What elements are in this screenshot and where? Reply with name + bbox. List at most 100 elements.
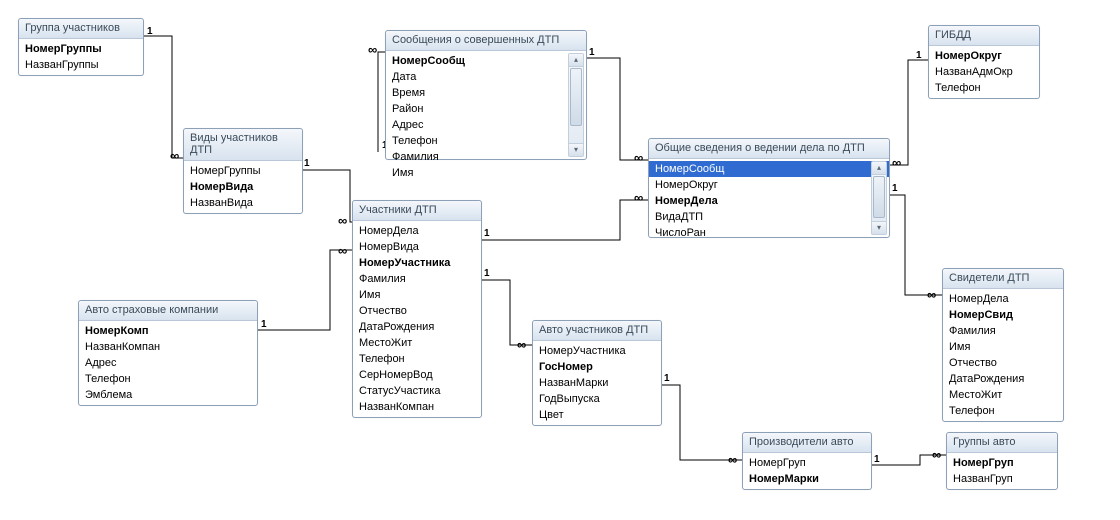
scrollbar[interactable]: ▴ ▾ <box>871 161 887 235</box>
table-box[interactable]: Свидетели ДТП НомерДела НомерСвид Фамили… <box>942 268 1064 422</box>
field[interactable]: Отчество <box>353 303 481 319</box>
field[interactable]: НомерДела <box>353 223 481 239</box>
scroll-up-icon[interactable]: ▴ <box>872 162 886 175</box>
field[interactable]: НомерВида <box>353 239 481 255</box>
field[interactable]: НомерСообщ <box>386 53 586 69</box>
table-box[interactable]: ГИБДД НомерОкруг НазванАдмОкр Телефон <box>928 25 1040 99</box>
field[interactable]: ГосНомер <box>533 359 661 375</box>
card-1: 1 <box>916 50 922 61</box>
card-1: 1 <box>664 373 670 384</box>
field[interactable]: СерНомерВод <box>353 367 481 383</box>
field[interactable]: ВидаДТП <box>649 209 889 225</box>
field[interactable]: НомерОкруг <box>649 177 889 193</box>
field[interactable]: ДатаРождения <box>353 319 481 335</box>
field[interactable]: НомерГруппы <box>19 41 143 57</box>
scroll-down-icon[interactable]: ▾ <box>872 221 886 234</box>
field[interactable]: НомерГруппы <box>184 163 302 179</box>
card-inf: ∞ <box>728 452 735 467</box>
field[interactable]: Отчество <box>943 355 1063 371</box>
table-title: Группы авто <box>947 433 1057 453</box>
field[interactable]: НомерГруп <box>743 455 871 471</box>
field[interactable]: Телефон <box>353 351 481 367</box>
field[interactable]: Фамилия <box>353 271 481 287</box>
field[interactable]: Имя <box>353 287 481 303</box>
field[interactable]: НазванВида <box>184 195 302 211</box>
table-title: Производители авто <box>743 433 871 453</box>
field[interactable]: НазванМарки <box>533 375 661 391</box>
card-inf: ∞ <box>932 447 939 462</box>
table-title: Авто страховые компании <box>79 301 257 321</box>
scroll-thumb[interactable] <box>873 176 885 218</box>
table-box[interactable]: Виды участников ДТП НомерГруппы НомерВид… <box>183 128 303 214</box>
table-title: Группа участников <box>19 19 143 39</box>
card-inf: ∞ <box>338 243 345 258</box>
field[interactable]: Адрес <box>386 117 586 133</box>
table-title: Общие сведения о ведении дела по ДТП <box>649 139 889 159</box>
field[interactable]: НомерГруп <box>947 455 1057 471</box>
table-title: Сообщения о совершенных ДТП <box>386 31 586 51</box>
field[interactable]: Телефон <box>943 403 1063 419</box>
scroll-thumb[interactable] <box>570 68 582 126</box>
field[interactable]: ЧислоРан <box>649 225 889 241</box>
card-1: 1 <box>484 228 490 239</box>
table-box[interactable]: Группы авто НомерГруп НазванГруп <box>946 432 1058 490</box>
scroll-up-icon[interactable]: ▴ <box>569 54 583 67</box>
card-1: 1 <box>304 158 310 169</box>
table-box[interactable]: Общие сведения о ведении дела по ДТП Ном… <box>648 138 890 238</box>
field[interactable]: НомерДела <box>649 193 889 209</box>
card-inf: ∞ <box>338 213 345 228</box>
field[interactable]: НазванГруппы <box>19 57 143 73</box>
field[interactable]: НомерМарки <box>743 471 871 487</box>
field[interactable]: Имя <box>386 165 586 181</box>
table-box[interactable]: Группа участников НомерГруппы НазванГруп… <box>18 18 144 76</box>
field[interactable]: Фамилия <box>386 149 586 165</box>
card-1: 1 <box>261 319 267 330</box>
table-box[interactable]: Авто страховые компании НомерКомп Назван… <box>78 300 258 406</box>
scroll-down-icon[interactable]: ▾ <box>569 143 583 156</box>
field[interactable]: Время <box>386 85 586 101</box>
field[interactable]: Дата <box>386 69 586 85</box>
field[interactable]: НазванКомпан <box>79 339 257 355</box>
table-box[interactable]: Участники ДТП НомерДела НомерВида НомерУ… <box>352 200 482 418</box>
field[interactable]: ДатаРождения <box>943 371 1063 387</box>
field[interactable]: НомерКомп <box>79 323 257 339</box>
field[interactable]: Район <box>386 101 586 117</box>
field[interactable]: НомерУчастника <box>533 343 661 359</box>
table-box[interactable]: Сообщения о совершенных ДТП НомерСообщ Д… <box>385 30 587 160</box>
card-inf: ∞ <box>634 190 641 205</box>
card-1: 1 <box>589 47 595 58</box>
field[interactable]: Цвет <box>533 407 661 423</box>
table-title: ГИБДД <box>929 26 1039 46</box>
field[interactable]: СтатусУчастика <box>353 383 481 399</box>
table-box[interactable]: Производители авто НомерГруп НомерМарки <box>742 432 872 490</box>
card-1: 1 <box>147 26 153 37</box>
field[interactable]: НомерВида <box>184 179 302 195</box>
field[interactable]: Фамилия <box>943 323 1063 339</box>
field[interactable]: НомерУчастника <box>353 255 481 271</box>
table-title: Участники ДТП <box>353 201 481 221</box>
field[interactable]: НазванГруп <box>947 471 1057 487</box>
field[interactable]: НомерСвид <box>943 307 1063 323</box>
card-inf: ∞ <box>517 337 524 352</box>
field[interactable]: НомерДела <box>943 291 1063 307</box>
card-inf: ∞ <box>927 287 934 302</box>
field[interactable]: МестоЖит <box>943 387 1063 403</box>
field[interactable]: ГодВыпуска <box>533 391 661 407</box>
field[interactable]: Эмблема <box>79 387 257 403</box>
field[interactable]: НазванАдмОкр <box>929 64 1039 80</box>
field[interactable]: Телефон <box>79 371 257 387</box>
field[interactable]: НазванКомпан <box>353 399 481 415</box>
table-box[interactable]: Авто участников ДТП НомерУчастника ГосНо… <box>532 320 662 426</box>
card-inf: ∞ <box>634 150 641 165</box>
field-selected[interactable]: НомерСообщ <box>649 161 889 177</box>
field[interactable]: Адрес <box>79 355 257 371</box>
field[interactable]: НомерОкруг <box>929 48 1039 64</box>
field[interactable]: Имя <box>943 339 1063 355</box>
field[interactable]: Телефон <box>386 133 586 149</box>
card-1: 1 <box>484 268 490 279</box>
field[interactable]: МестоЖит <box>353 335 481 351</box>
scrollbar[interactable]: ▴ ▾ <box>568 53 584 157</box>
field[interactable]: Телефон <box>929 80 1039 96</box>
card-inf: ∞ <box>170 148 177 163</box>
table-title: Авто участников ДТП <box>533 321 661 341</box>
